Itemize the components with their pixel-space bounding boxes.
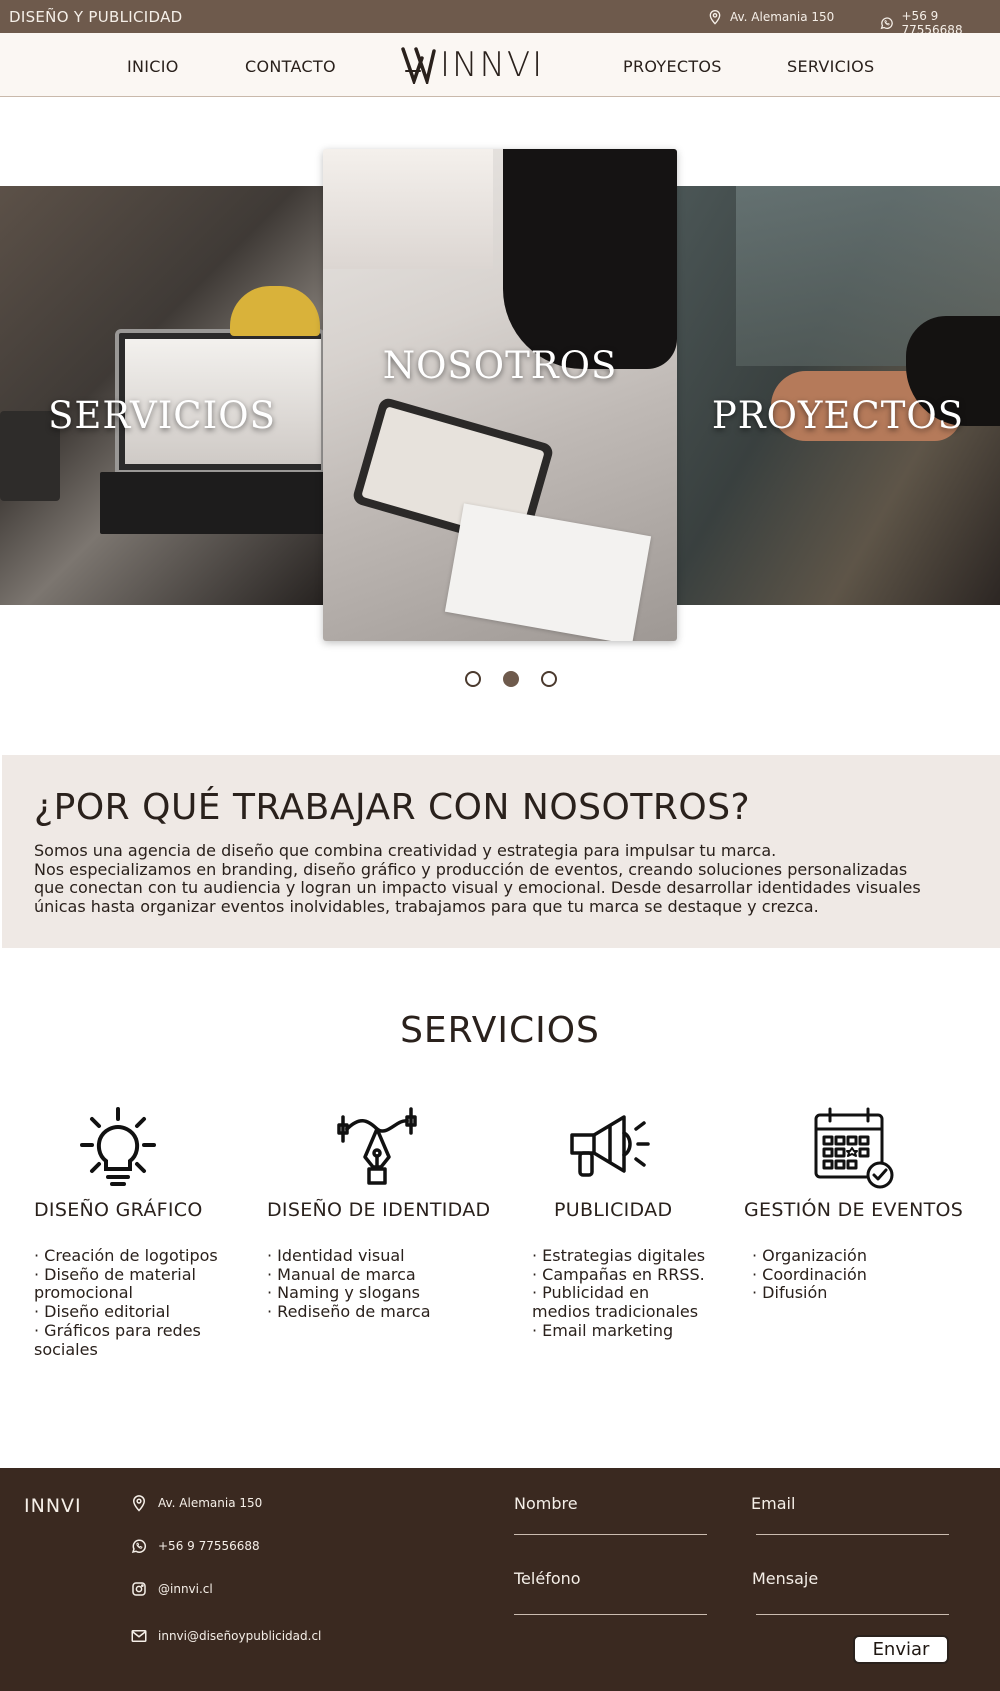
service-card-publicidad: PUBLICIDAD · Estrategias digitales · Cam… [532, 1105, 712, 1341]
why-us-section: ¿POR QUÉ TRABAJAR CON NOSOTROS? Somos un… [2, 755, 1000, 948]
service-bullet: · Diseño editorial [34, 1302, 170, 1322]
nav-link-inicio[interactable]: INICIO [127, 57, 179, 76]
service-title: DISEÑO GRÁFICO [34, 1199, 203, 1221]
service-list: · Organización · Coordinación · Difusión [744, 1246, 984, 1303]
service-title: GESTIÓN DE EVENTOS [744, 1199, 964, 1221]
nav-link-servicios[interactable]: SERVICIOS [787, 57, 875, 76]
email-label: Email [751, 1494, 796, 1513]
service-list: · Identidad visual · Manual de marca · N… [267, 1246, 487, 1322]
service-card-diseno-identidad: DISEÑO DE IDENTIDAD · Identidad visual ·… [267, 1105, 491, 1322]
service-bullet: · Estrategias digitales [532, 1246, 706, 1265]
why-us-title: ¿POR QUÉ TRABAJAR CON NOSOTROS? [34, 787, 751, 828]
location-pin-icon [709, 10, 721, 25]
services-title: SERVICIOS [400, 1010, 600, 1051]
service-bullet: · Difusión [752, 1283, 828, 1303]
phone-label: Teléfono [514, 1569, 581, 1588]
send-button[interactable]: Enviar [853, 1635, 949, 1664]
footer-address[interactable]: Av. Alemania 150 [130, 1494, 262, 1512]
carousel-dots [465, 671, 557, 687]
logo-mark-icon [401, 47, 436, 84]
nav-link-proyectos[interactable]: PROYECTOS [623, 57, 722, 76]
whatsapp-icon [131, 1539, 147, 1554]
phone-input[interactable] [514, 1588, 707, 1614]
service-bullet: medios tradicionales [532, 1302, 699, 1322]
service-bullet: sociales [34, 1339, 98, 1359]
service-bullet: · Creación de logotipos [34, 1246, 218, 1265]
carousel-dot-3[interactable] [541, 671, 557, 687]
why-us-text: Somos una agencia de diseño que combina … [34, 841, 968, 916]
service-card-gestion-eventos: GESTIÓN DE EVENTOS · Organización · Coor… [744, 1105, 984, 1303]
main-nav: INICIO CONTACTO INNVI PROYECTOS SERVICIO… [0, 33, 1000, 97]
white-blouse-image [323, 149, 493, 269]
lightbulb-icon [76, 1105, 160, 1189]
service-bullet: · Diseño de material [34, 1264, 196, 1284]
phone-field[interactable]: Teléfono [514, 1569, 707, 1615]
lamp-image [230, 286, 320, 336]
footer-address-text: Av. Alemania 150 [158, 1496, 263, 1510]
pen-tool-icon [335, 1105, 419, 1189]
footer-instagram[interactable]: @innvi.cl [130, 1580, 213, 1598]
service-bullet: · Campañas en RRSS. [532, 1264, 705, 1284]
top-bar-address[interactable]: Av. Alemania 150 [707, 9, 834, 25]
email-input[interactable] [756, 1515, 949, 1534]
megaphone-icon [566, 1105, 650, 1189]
service-title: PUBLICIDAD [554, 1199, 673, 1221]
top-bar-address-text: Av. Alemania 150 [730, 10, 835, 24]
service-bullet: · Manual de marca [267, 1264, 416, 1284]
nav-link-contacto[interactable]: CONTACTO [245, 57, 336, 76]
name-input[interactable] [514, 1515, 707, 1534]
footer-email[interactable]: innvi@diseñoypublicidad.cl [130, 1627, 321, 1645]
message-field[interactable]: Mensaje [752, 1569, 949, 1615]
top-bar-tagline: DISEÑO Y PUBLICIDAD [9, 8, 183, 26]
footer-phone-text: +56 9 77556688 [158, 1539, 260, 1553]
why-us-line: Somos una agencia de diseño que combina … [34, 841, 777, 860]
whatsapp-icon [880, 17, 893, 30]
carousel-slide-label: PROYECTOS [711, 394, 965, 437]
laptop-keyboard-image [100, 472, 324, 534]
carousel-slide-servicios[interactable]: SERVICIOS [0, 186, 324, 605]
service-bullet: · Rediseño de marca [267, 1302, 431, 1322]
name-field[interactable]: Nombre [514, 1494, 707, 1535]
location-pin-icon [132, 1495, 146, 1512]
site-logo[interactable]: INNVI [400, 45, 544, 85]
logo-text: INNVI [440, 45, 545, 85]
name-label: Nombre [514, 1494, 578, 1513]
message-label: Mensaje [752, 1569, 819, 1588]
carousel-dot-2[interactable] [503, 671, 519, 687]
why-us-line: que conectan con tu audiencia y logran u… [34, 878, 921, 897]
service-list: · Estrategias digitales · Campañas en RR… [532, 1246, 712, 1341]
black-dress-image [503, 149, 677, 369]
carousel-slide-proyectos[interactable]: PROYECTOS [676, 186, 1000, 605]
footer-phone[interactable]: +56 9 77556688 [130, 1537, 260, 1555]
footer: INNVI Av. Alemania 150 +56 9 77556688 @i… [0, 1468, 1000, 1691]
carousel-dot-1[interactable] [465, 671, 481, 687]
footer-logo[interactable]: INNVI [24, 1495, 82, 1517]
carousel-slide-label: SERVICIOS [48, 394, 276, 437]
service-bullet: · Publicidad en [532, 1283, 650, 1303]
instagram-icon [132, 1582, 146, 1596]
carousel-slide-label: NOSOTROS [382, 343, 618, 387]
paper-image [444, 503, 652, 641]
top-bar: DISEÑO Y PUBLICIDAD Av. Alemania 150 +56… [0, 0, 1000, 37]
carousel-slide-nosotros[interactable]: NOSOTROS [323, 149, 677, 641]
why-us-line: Nos especializamos en branding, diseño g… [34, 859, 908, 879]
service-bullet: · Gráficos para redes [34, 1320, 201, 1340]
service-bullet: promocional [34, 1283, 133, 1303]
email-field[interactable]: Email [751, 1494, 949, 1535]
service-bullet: · Email marketing [532, 1320, 674, 1340]
mail-icon [131, 1630, 147, 1642]
why-us-line: únicas hasta organizar eventos inolvidab… [34, 896, 819, 916]
footer-email-text: innvi@diseñoypublicidad.cl [158, 1629, 322, 1643]
service-title: DISEÑO DE IDENTIDAD [267, 1199, 491, 1221]
service-list: · Creación de logotipos · Diseño de mate… [34, 1246, 234, 1359]
service-bullet: · Naming y slogans [267, 1283, 420, 1303]
service-card-diseno-grafico: DISEÑO GRÁFICO · Creación de logotipos ·… [34, 1105, 234, 1359]
service-bullet: · Identidad visual [267, 1246, 405, 1265]
service-bullet: · Coordinación [752, 1264, 867, 1284]
service-bullet: · Organización [752, 1246, 867, 1265]
footer-instagram-text: @innvi.cl [158, 1582, 213, 1596]
message-input[interactable] [756, 1588, 949, 1614]
calendar-icon [812, 1105, 896, 1189]
